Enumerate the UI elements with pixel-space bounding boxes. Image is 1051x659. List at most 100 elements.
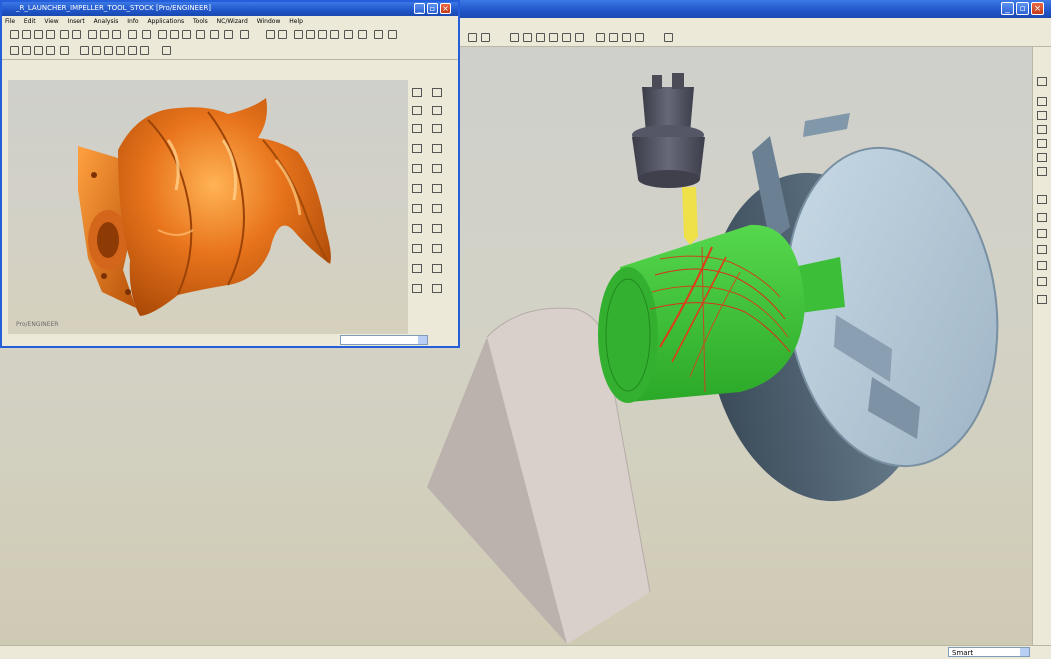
datum-axis-icon[interactable] xyxy=(432,88,442,97)
datum-axes-icon[interactable] xyxy=(318,30,327,39)
chamfer-icon[interactable] xyxy=(432,224,442,233)
spline-icon[interactable] xyxy=(116,46,125,55)
menu-applications[interactable]: Applications xyxy=(144,16,187,27)
spin-center-icon[interactable] xyxy=(294,30,303,39)
trim-icon[interactable] xyxy=(140,46,149,55)
open-icon[interactable] xyxy=(22,30,31,39)
chevron-down-icon[interactable] xyxy=(1020,648,1029,656)
revolve-icon[interactable] xyxy=(1037,139,1047,148)
view-manager-icon[interactable] xyxy=(240,30,249,39)
menu-window[interactable]: Window xyxy=(254,16,284,27)
menu-analysis[interactable]: Analysis xyxy=(91,16,122,27)
extrude-icon[interactable] xyxy=(1037,125,1047,134)
print-icon[interactable] xyxy=(481,33,490,42)
wireframe-icon[interactable] xyxy=(278,30,287,39)
sketch-icon[interactable] xyxy=(510,33,519,42)
menu-file[interactable]: File xyxy=(2,16,18,27)
print-icon[interactable] xyxy=(46,30,55,39)
datum-planes-icon[interactable] xyxy=(306,30,315,39)
zoom-in-icon[interactable] xyxy=(158,30,167,39)
datum-point-icon[interactable] xyxy=(412,106,422,115)
mold-icon[interactable] xyxy=(60,46,69,55)
shell-icon[interactable] xyxy=(1037,277,1047,286)
minimize-icon[interactable]: _ xyxy=(1001,2,1014,15)
rib-icon[interactable] xyxy=(1037,295,1047,304)
save-icon[interactable] xyxy=(34,30,43,39)
hole-icon[interactable] xyxy=(412,184,422,193)
mirror-icon[interactable] xyxy=(432,244,442,253)
extrude-icon[interactable] xyxy=(412,144,422,153)
arc-icon[interactable] xyxy=(536,33,545,42)
hidden-line-icon[interactable] xyxy=(388,30,397,39)
sketch-icon[interactable] xyxy=(80,46,89,55)
blend-icon[interactable] xyxy=(432,164,442,173)
regenerate-icon[interactable] xyxy=(128,30,137,39)
selection-filter-select[interactable]: Smart xyxy=(948,647,1030,657)
trim-icon[interactable] xyxy=(575,33,584,42)
inset-filter-select[interactable] xyxy=(340,335,428,345)
round-icon[interactable] xyxy=(1037,213,1047,222)
inset-titlebar[interactable]: _R_LAUNCHER_IMPELLER_TOOL_STOCK [Pro/ENG… xyxy=(2,2,458,16)
help-icon[interactable] xyxy=(664,33,673,42)
measure-icon[interactable] xyxy=(1037,97,1047,106)
sequence-icon[interactable] xyxy=(622,33,631,42)
undo-icon[interactable] xyxy=(60,30,69,39)
saved-views-icon[interactable] xyxy=(210,30,219,39)
orient-icon[interactable] xyxy=(196,30,205,39)
draft-icon[interactable] xyxy=(432,204,442,213)
tool-icon[interactable] xyxy=(596,33,605,42)
pattern-icon[interactable] xyxy=(412,244,422,253)
curve-icon[interactable] xyxy=(549,33,558,42)
point-icon[interactable] xyxy=(128,46,137,55)
csys-icon[interactable] xyxy=(344,30,353,39)
close-icon[interactable]: × xyxy=(1031,2,1044,15)
refit-icon[interactable] xyxy=(182,30,191,39)
shaded-display-icon[interactable] xyxy=(374,30,383,39)
inset-3d-viewport[interactable]: Pro/ENGINEER xyxy=(8,80,408,334)
mirror-icon[interactable] xyxy=(1037,261,1047,270)
round-icon[interactable] xyxy=(412,224,422,233)
line-icon[interactable] xyxy=(523,33,532,42)
layers-icon[interactable] xyxy=(224,30,233,39)
thicken-icon[interactable] xyxy=(432,284,442,293)
menu-help[interactable]: Help xyxy=(286,16,306,27)
sweep-icon[interactable] xyxy=(1037,153,1047,162)
annotations-icon[interactable] xyxy=(358,30,367,39)
menu-view[interactable]: View xyxy=(41,16,61,27)
analysis-icon[interactable] xyxy=(1037,77,1047,86)
trim-surface-icon[interactable] xyxy=(432,264,442,273)
simulate-icon[interactable] xyxy=(635,33,644,42)
pattern-icon[interactable] xyxy=(1037,245,1047,254)
copy-icon[interactable] xyxy=(100,30,109,39)
drawing-icon[interactable] xyxy=(34,46,43,55)
paste-icon[interactable] xyxy=(112,30,121,39)
shading-icon[interactable] xyxy=(266,30,275,39)
arc-icon[interactable] xyxy=(104,46,113,55)
help-icon[interactable] xyxy=(162,46,171,55)
menu-insert[interactable]: Insert xyxy=(65,16,88,27)
manufacturing-icon[interactable] xyxy=(46,46,55,55)
save-icon[interactable] xyxy=(468,33,477,42)
datum-plane-icon[interactable] xyxy=(412,88,422,97)
shell-icon[interactable] xyxy=(432,184,442,193)
new-icon[interactable] xyxy=(10,30,19,39)
cut-icon[interactable] xyxy=(88,30,97,39)
chamfer-icon[interactable] xyxy=(1037,229,1047,238)
maximize-icon[interactable]: ▫ xyxy=(427,3,438,14)
line-icon[interactable] xyxy=(92,46,101,55)
menu-edit[interactable]: Edit xyxy=(21,16,39,27)
menu-nc-wizard[interactable]: NC/Wizard xyxy=(214,16,251,27)
zoom-out-icon[interactable] xyxy=(170,30,179,39)
operation-icon[interactable] xyxy=(609,33,618,42)
menu-tools[interactable]: Tools xyxy=(190,16,211,27)
revolve-icon[interactable] xyxy=(432,144,442,153)
redo-icon[interactable] xyxy=(72,30,81,39)
sketch-tool-icon[interactable] xyxy=(432,124,442,133)
chevron-down-icon[interactable] xyxy=(418,336,427,344)
sweep-icon[interactable] xyxy=(412,164,422,173)
offset-icon[interactable] xyxy=(412,284,422,293)
csys-tool-icon[interactable] xyxy=(432,106,442,115)
assembly-icon[interactable] xyxy=(22,46,31,55)
maximize-icon[interactable]: ▫ xyxy=(1016,2,1029,15)
sketch-tool-icon[interactable] xyxy=(1037,111,1047,120)
